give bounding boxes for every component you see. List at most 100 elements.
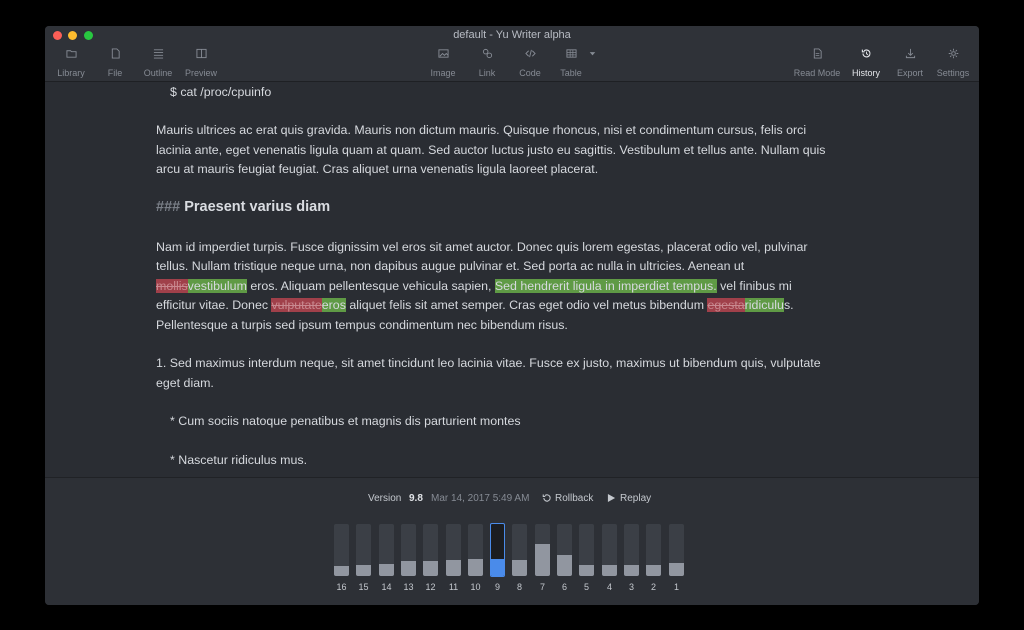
toolbar-export-button[interactable]: Export	[894, 46, 926, 80]
version-bar-9[interactable]	[490, 523, 505, 577]
code-line: $ cat /proc/cpuinfo	[170, 85, 272, 99]
version-bar-16[interactable]	[334, 524, 349, 576]
text-span: efficitur vitae. Donec	[156, 298, 272, 312]
toolbar-read-mode-button[interactable]: Read Mode	[792, 46, 842, 80]
replay-button[interactable]: Replay	[607, 493, 651, 505]
document-icon	[792, 48, 842, 64]
version-bar-label: 5	[583, 582, 589, 592]
version-bar-5[interactable]	[579, 524, 594, 576]
version-number: 9.8	[409, 493, 423, 504]
toolbar-table-button[interactable]: Table	[557, 46, 585, 80]
version-bar-fill	[491, 559, 504, 576]
link-icon	[476, 48, 498, 64]
version-bar-7[interactable]	[535, 524, 550, 576]
added-text: Sed hendrerit ligula in imperdiet tempus…	[494, 279, 717, 293]
heading-markup: ###	[156, 199, 181, 215]
version-bar-14[interactable]	[379, 524, 394, 576]
version-bar-3[interactable]	[624, 524, 639, 576]
version-bar-label: 9	[494, 582, 500, 592]
added-text: eros	[321, 298, 346, 312]
version-bar-label: 10	[470, 582, 481, 592]
version-bar-fill	[356, 565, 371, 576]
markdown-editor[interactable]: $ cat /proc/cpuinfo Mauris ultrices ac e…	[45, 83, 979, 477]
heading-line: ### Praesent varius diam	[156, 198, 866, 218]
toolbar-code-button[interactable]: Code	[518, 46, 542, 80]
rollback-button[interactable]: Rollback	[542, 493, 593, 505]
paragraph-line: Nam id imperdiet turpis. Fusce dignissim…	[156, 240, 808, 254]
version-bar-1[interactable]	[669, 524, 684, 576]
version-bar-15[interactable]	[356, 524, 371, 576]
columns-icon	[184, 48, 218, 64]
image-icon	[428, 48, 458, 64]
toolbar-image-button[interactable]: Image	[428, 46, 458, 80]
version-bar-12[interactable]	[423, 524, 438, 576]
version-bar-2[interactable]	[646, 524, 661, 576]
paragraph-line: lacinia ante, eget venenatis ligula quam…	[156, 143, 826, 157]
toolbar-code-label: Code	[519, 68, 541, 78]
version-bar-10[interactable]	[468, 524, 483, 576]
version-bar-fill	[423, 561, 438, 576]
version-bar-fill	[602, 565, 617, 576]
version-bar-label: 12	[425, 582, 436, 592]
version-bar-13[interactable]	[401, 524, 416, 576]
toolbar-image-label: Image	[430, 68, 456, 78]
toolbar-file-button[interactable]: File	[103, 46, 127, 80]
toolbar-export-label: Export	[896, 68, 923, 78]
toolbar-link-button[interactable]: Link	[476, 46, 498, 80]
heading-text: Praesent varius diam	[184, 199, 331, 215]
toolbar-settings-button[interactable]: Settings	[934, 46, 972, 80]
titlebar: default - Yu Writer alpha Library File O…	[45, 26, 979, 82]
version-bar-label: 8	[516, 582, 522, 592]
version-bar-fill	[535, 544, 550, 576]
rollback-label: Rollback	[555, 493, 594, 504]
toolbar-library-button[interactable]: Library	[55, 46, 87, 80]
toolbar-history-button[interactable]: History	[850, 46, 882, 80]
window-title: default - Yu Writer alpha	[453, 29, 571, 41]
app-window: default - Yu Writer alpha Library File O…	[45, 26, 979, 605]
table-options-dropdown[interactable]	[585, 46, 599, 80]
version-bar-label: 4	[606, 582, 612, 592]
text-span: vel finibus mi	[716, 279, 792, 293]
caret-down-icon	[585, 48, 599, 64]
list-item-line: 1. Sed maximus interdum neque, sit amet …	[156, 356, 821, 370]
version-bar-6[interactable]	[557, 524, 572, 576]
text-span: s.	[783, 298, 794, 312]
added-text: vestibulum	[187, 279, 247, 293]
paragraph-line-diff: mollisvestibulum eros. Aliquam pellentes…	[156, 277, 866, 297]
replay-label: Replay	[620, 493, 652, 504]
paragraph-line: arcu at mauris feugiat feugiat. Cras ali…	[156, 162, 599, 176]
folder-icon	[55, 48, 87, 64]
toolbar-outline-button[interactable]: Outline	[142, 46, 174, 80]
list-icon	[142, 48, 174, 64]
deleted-text: egesta	[707, 298, 745, 312]
toolbar-file-label: File	[107, 68, 123, 78]
history-icon	[850, 48, 882, 64]
version-bar-8[interactable]	[512, 524, 527, 576]
version-bar-label: 1	[673, 582, 679, 592]
version-date: Mar 14, 2017 5:49 AM	[431, 493, 530, 504]
toolbar-read-mode-label: Read Mode	[793, 68, 841, 78]
version-bar-4[interactable]	[602, 524, 617, 576]
version-bar-11[interactable]	[446, 524, 461, 576]
toolbar-preview-button[interactable]: Preview	[184, 46, 218, 80]
version-bar-label: 16	[336, 582, 347, 592]
toolbar-outline-label: Outline	[143, 68, 173, 78]
bullet-item-line: * Cum sociis natoque penatibus et magnis…	[170, 414, 521, 428]
rollback-icon	[542, 494, 551, 502]
toolbar-history-label: History	[851, 68, 880, 78]
toolbar-library-label: Library	[57, 68, 85, 78]
version-bar-label: 14	[381, 582, 392, 592]
version-bar-fill	[512, 560, 527, 576]
version-bar-fill	[669, 563, 684, 576]
version-bar-fill	[468, 559, 483, 576]
paragraph-line-diff: efficitur vitae. Donec vulputateeros ali…	[156, 296, 866, 316]
toolbar-link-label: Link	[478, 68, 496, 78]
version-label: Version	[368, 493, 402, 504]
toolbar-preview-label: Preview	[184, 68, 217, 78]
version-bar-fill	[379, 564, 394, 576]
play-icon	[607, 493, 616, 503]
version-bar-label: 15	[358, 582, 369, 592]
text-span: aliquet felis sit amet semper. Cras eget…	[345, 298, 708, 312]
version-bar-fill	[446, 560, 461, 576]
export-icon	[894, 48, 926, 64]
